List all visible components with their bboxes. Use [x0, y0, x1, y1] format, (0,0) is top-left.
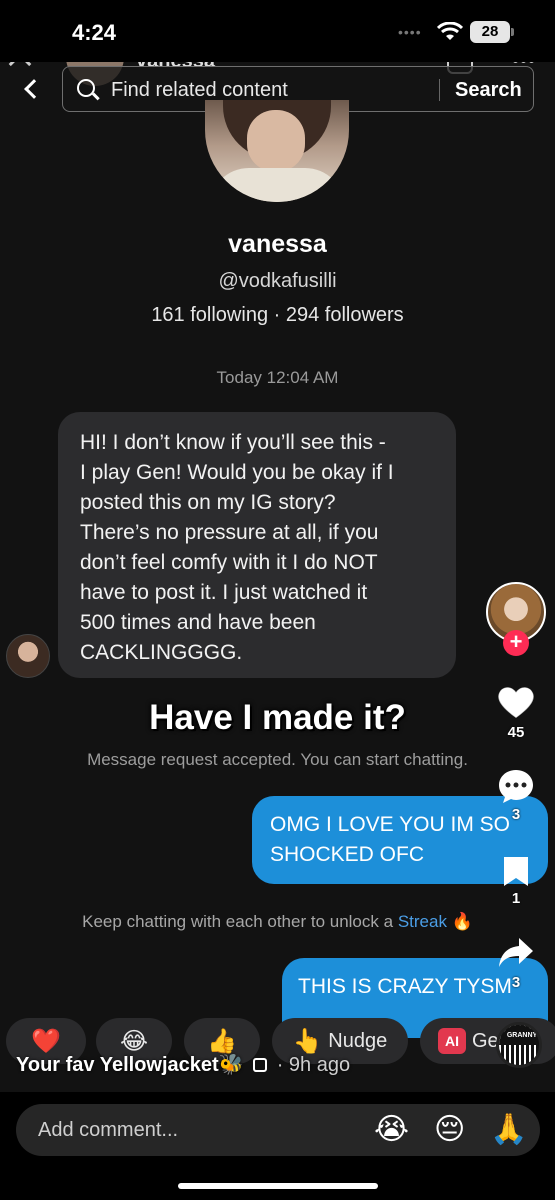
profile-avatar[interactable]: [205, 100, 349, 202]
status-bar: 4:24 •••• 28: [0, 0, 555, 62]
comment-count: 3: [511, 806, 521, 823]
music-disc[interactable]: GRANNY: [496, 1022, 542, 1068]
back-button[interactable]: [18, 76, 44, 104]
disc-label: GRANNY: [499, 1025, 539, 1045]
streak-message: Keep chatting with each other to unlock …: [0, 912, 555, 932]
ghost-back-icon: [8, 62, 32, 76]
like-count: 45: [507, 724, 525, 741]
streak-text: Keep chatting with each other to unlock …: [82, 912, 394, 931]
chat-screen: vanessa ••• Find related content Search …: [0, 62, 555, 1200]
search-icon: [77, 79, 95, 97]
comment-placeholder: Add comment...: [38, 1119, 179, 1141]
wifi-icon: [437, 22, 463, 40]
repost-icon: [253, 1058, 268, 1072]
follow-plus-button[interactable]: +: [503, 630, 529, 656]
search-divider: [439, 79, 440, 101]
profile-handle: @vodkafusilli: [218, 270, 337, 292]
video-overlay-caption: Have I made it?: [149, 698, 406, 737]
share-icon[interactable]: [497, 936, 535, 970]
chat-timestamp: Today 12:04 AM: [216, 368, 339, 387]
comment-icon[interactable]: [497, 768, 535, 804]
streak-link[interactable]: Streak: [398, 912, 447, 931]
search-input[interactable]: Find related content: [111, 79, 288, 102]
pensive-emoji-button[interactable]: 😔: [434, 1112, 465, 1147]
message-line: SHOCKED OFC: [270, 843, 425, 866]
message-line: CACKLINGGGG.: [80, 641, 243, 664]
heart-like-icon[interactable]: [496, 684, 536, 720]
battery-level: 28: [481, 23, 499, 40]
status-time: 4:24: [72, 20, 117, 45]
message-line: posted this on my IG story?: [80, 491, 336, 514]
pray-emoji-button[interactable]: 🙏: [490, 1112, 527, 1147]
avatar-face: [247, 110, 305, 172]
post-age: · 9h ago: [276, 1054, 351, 1076]
video-author-caption[interactable]: Your fav Yellowjacket🐝 · 9h ago: [16, 1052, 350, 1077]
message-line: There’s no pressure at all, if you: [80, 521, 379, 544]
ai-tag: AI: [438, 1028, 466, 1054]
chevron-left-icon: [24, 79, 44, 99]
profile-name: vanessa: [228, 230, 327, 258]
flame-icon: 🔥: [451, 912, 473, 931]
message-line: HI! I don’t know if you’ll see this -: [80, 431, 386, 454]
save-count: 1: [511, 890, 521, 907]
crying-emoji-button[interactable]: 😭: [374, 1112, 409, 1147]
search-button[interactable]: Search: [455, 79, 522, 102]
battery-tip: [511, 28, 514, 36]
avatar-hoodie: [209, 168, 345, 202]
message-line: I play Gen! Would you be okay if I: [80, 461, 394, 484]
bee-emoji-icon: 🐝: [218, 1054, 244, 1076]
message-line: don’t feel comfy with it I do NOT: [80, 551, 378, 574]
battery-icon: 28: [470, 21, 510, 43]
share-count: 3: [511, 974, 521, 991]
signal-dots-icon: ••••: [398, 24, 422, 40]
nudge-label: Nudge: [328, 1029, 388, 1052]
home-indicator: [178, 1183, 378, 1189]
message-line: 500 times and have been: [80, 611, 316, 634]
video-author: Your fav Yellowjacket: [16, 1054, 219, 1076]
comment-area: Add comment... 😭 😔 🙏: [0, 1092, 555, 1200]
comment-input[interactable]: Add comment... 😭 😔 🙏: [16, 1104, 540, 1156]
message-line: have to post it. I just watched it: [80, 581, 368, 604]
system-message: Message request accepted. You can start …: [87, 750, 468, 769]
message-line: THIS IS CRAZY TYSM: [298, 975, 512, 998]
incoming-message-bubble[interactable]: HI! I don’t know if you’ll see this - I …: [58, 412, 456, 678]
profile-stats: 161 following · 294 followers: [151, 304, 404, 326]
bookmark-icon[interactable]: [501, 854, 531, 888]
sender-avatar[interactable]: [6, 634, 50, 678]
